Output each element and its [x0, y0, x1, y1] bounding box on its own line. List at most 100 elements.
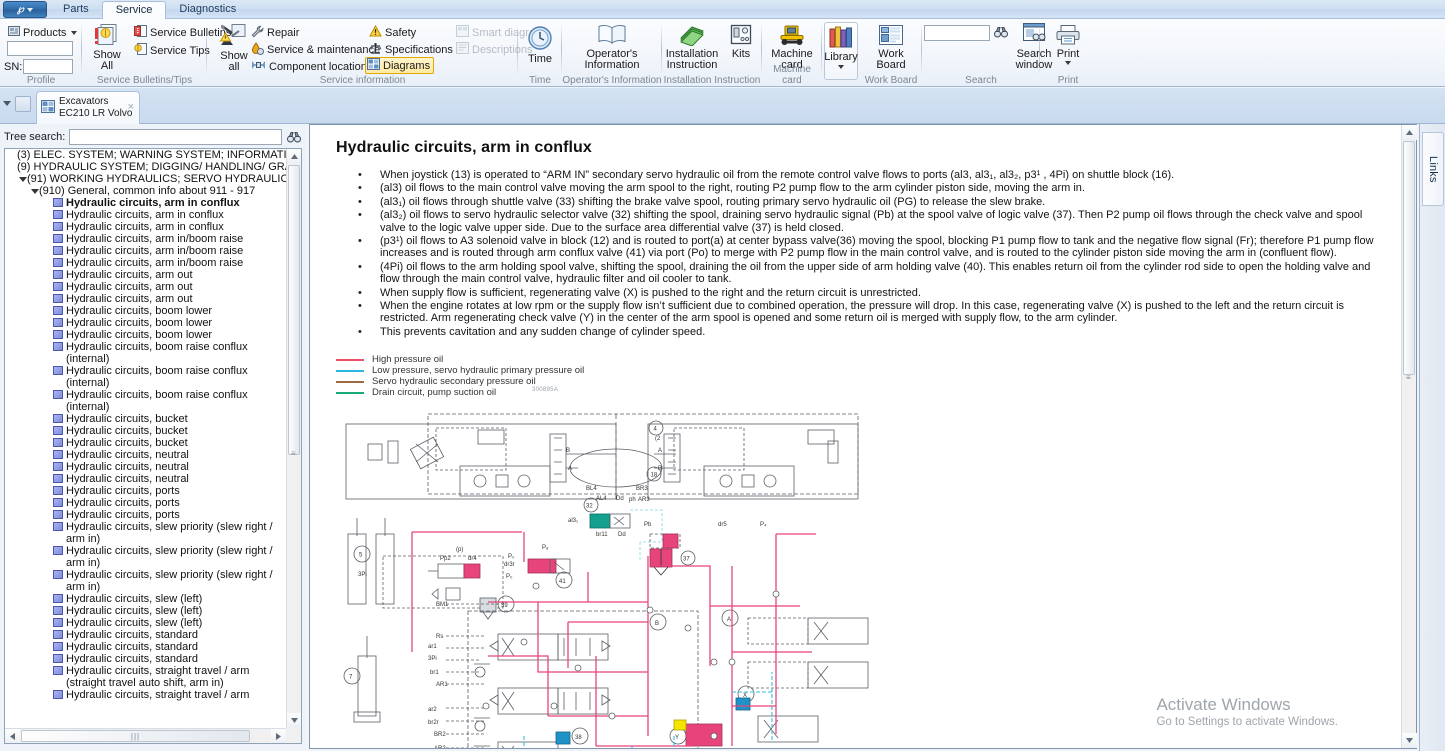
tree-item[interactable]: Hydraulic circuits, neutral: [5, 473, 286, 485]
tree-item[interactable]: (3) ELEC. SYSTEM; WARNING SYSTEM; INFORM…: [5, 149, 286, 161]
chevron-down-icon: [838, 65, 844, 69]
tree-item[interactable]: Hydraulic circuits, arm in/boom raise: [5, 257, 286, 269]
tree-item[interactable]: Hydraulic circuits, slew (left): [5, 605, 286, 617]
links-side-strip: Links: [1419, 124, 1445, 751]
tree-item[interactable]: (91) WORKING HYDRAULICS; SERVO HYDRAULIC…: [5, 173, 286, 185]
tree-item[interactable]: Hydraulic circuits, boom raise conflux (…: [5, 341, 286, 365]
tree-item[interactable]: Hydraulic circuits, straight travel / ar…: [5, 689, 286, 701]
ribbon-group-search: Search window Search: [922, 19, 1040, 87]
tree-expander-open-icon[interactable]: [17, 173, 27, 185]
tab-service[interactable]: Service: [102, 1, 167, 19]
product-input[interactable]: [7, 41, 73, 56]
tree-item[interactable]: Hydraulic circuits, standard: [5, 641, 286, 653]
tree-item[interactable]: Hydraulic circuits, neutral: [5, 449, 286, 461]
tree-item[interactable]: Hydraulic circuits, boom lower: [5, 305, 286, 317]
tree-item[interactable]: Hydraulic circuits, boom lower: [5, 329, 286, 341]
tree-item[interactable]: Hydraulic circuits, arm in conflux: [5, 221, 286, 233]
tree-item[interactable]: Hydraulic circuits, neutral: [5, 461, 286, 473]
products-button[interactable]: Products: [6, 24, 79, 41]
installation-instruction-button[interactable]: Installation Instruction: [662, 24, 722, 71]
scroll-right-icon[interactable]: [271, 729, 286, 744]
tree-expander-placeholder: [43, 389, 53, 401]
tree-hscroll-thumb[interactable]: |||: [21, 730, 250, 742]
binoculars-icon[interactable]: [994, 26, 1008, 41]
kits-button[interactable]: Kits: [722, 24, 760, 60]
scroll-left-icon[interactable]: [5, 729, 20, 744]
document-tab-excavators[interactable]: Excavators EC210 LR Volvo ×: [36, 91, 140, 124]
tree-item-label: Hydraulic circuits, arm out: [66, 269, 193, 281]
tree-item[interactable]: (910) General, common info about 911 - 9…: [5, 185, 286, 197]
scroll-up-icon[interactable]: [1402, 125, 1417, 140]
group-label-operators-information: Operator's Information: [562, 75, 662, 86]
document-vertical-scrollbar[interactable]: ≡: [1401, 125, 1416, 748]
tab-overview-button[interactable]: [15, 96, 31, 112]
tree-item[interactable]: Hydraulic circuits, ports: [5, 485, 286, 497]
legend-row: High pressure oil: [336, 354, 1387, 365]
tree-item[interactable]: Hydraulic circuits, ports: [5, 497, 286, 509]
scroll-down-icon[interactable]: [287, 713, 302, 728]
tree-item-label: Hydraulic circuits, arm out: [66, 281, 193, 293]
tree-item[interactable]: Hydraulic circuits, slew (left): [5, 617, 286, 629]
tree-item[interactable]: Hydraulic circuits, boom lower: [5, 317, 286, 329]
time-button[interactable]: Time: [518, 25, 562, 65]
tree-list[interactable]: (3) ELEC. SYSTEM; WARNING SYSTEM; INFORM…: [5, 149, 286, 728]
tree-item-label: Hydraulic circuits, bucket: [66, 413, 188, 425]
tree-item[interactable]: Hydraulic circuits, arm in conflux: [5, 197, 286, 209]
tree-item[interactable]: Hydraulic circuits, arm in/boom raise: [5, 233, 286, 245]
service-maintenance-button[interactable]: Service & maintenance: [249, 41, 382, 59]
tree-item[interactable]: Hydraulic circuits, bucket: [5, 425, 286, 437]
library-button[interactable]: Library: [824, 22, 858, 80]
tree-item[interactable]: Hydraulic circuits, boom raise conflux (…: [5, 365, 286, 389]
tab-diagnostics[interactable]: Diagnostics: [166, 1, 249, 19]
tree-item[interactable]: Hydraulic circuits, ports: [5, 509, 286, 521]
tree-horizontal-scrollbar[interactable]: |||: [5, 728, 286, 743]
diagram-page-icon: [53, 258, 63, 267]
tree-item[interactable]: Hydraulic circuits, bucket: [5, 437, 286, 449]
repair-button[interactable]: Repair: [249, 24, 301, 42]
tree-item[interactable]: Hydraulic circuits, arm in conflux: [5, 209, 286, 221]
office-orb-button[interactable]: ℘: [3, 1, 47, 18]
document-pane: Hydraulic circuits, arm in conflux When …: [309, 124, 1417, 749]
links-tab[interactable]: Links: [1422, 132, 1444, 206]
tree-scroll-thumb[interactable]: [288, 165, 300, 455]
tree-vertical-scrollbar[interactable]: ≡: [286, 149, 301, 728]
diagrams-button[interactable]: Diagrams: [365, 57, 434, 74]
tree-expander-placeholder: [43, 413, 53, 425]
search-input[interactable]: [924, 25, 990, 41]
work-board-button[interactable]: Work Board: [860, 24, 922, 71]
safety-button[interactable]: Safety: [367, 24, 418, 41]
tree-item[interactable]: Hydraulic circuits, slew priority (slew …: [5, 569, 286, 593]
tree-item[interactable]: Hydraulic circuits, arm out: [5, 281, 286, 293]
service-tips-button[interactable]: Service Tips: [132, 42, 212, 60]
print-button[interactable]: Print: [1040, 24, 1096, 65]
tree-item[interactable]: Hydraulic circuits, slew (left): [5, 593, 286, 605]
tree-item[interactable]: (9) HYDRAULIC SYSTEM; DIGGING/ HANDLING/…: [5, 161, 286, 173]
sn-input[interactable]: [23, 59, 73, 74]
watermark-line-1: Activate Windows: [1156, 694, 1338, 715]
scroll-down-icon[interactable]: [1402, 733, 1417, 748]
tree-search-binoculars-icon[interactable]: [286, 129, 302, 145]
tree-item[interactable]: Hydraulic circuits, boom raise conflux (…: [5, 389, 286, 413]
tree-search-input[interactable]: [69, 129, 282, 145]
document-scroll-thumb[interactable]: [1403, 141, 1415, 375]
tree-item[interactable]: Hydraulic circuits, arm out: [5, 293, 286, 305]
tree-item[interactable]: Hydraulic circuits, arm in/boom raise: [5, 245, 286, 257]
scroll-up-icon[interactable]: [287, 149, 302, 164]
component-location-button[interactable]: Component location: [249, 58, 369, 75]
tree-item[interactable]: Hydraulic circuits, standard: [5, 629, 286, 641]
svg-text:Dd: Dd: [618, 532, 626, 538]
tree-item[interactable]: Hydraulic circuits, arm out: [5, 269, 286, 281]
tree-item[interactable]: Hydraulic circuits, slew priority (slew …: [5, 545, 286, 569]
operators-information-button[interactable]: Operator's Information: [562, 24, 662, 71]
tab-list-dropdown-icon[interactable]: [3, 101, 11, 106]
diagram-page-icon: [53, 342, 63, 351]
svg-text:A: A: [727, 617, 731, 623]
tree-item[interactable]: Hydraulic circuits, bucket: [5, 413, 286, 425]
show-all-bulletins-button[interactable]: Show All: [86, 23, 128, 72]
tree-expander-open-icon[interactable]: [29, 185, 39, 197]
tree-item[interactable]: Hydraulic circuits, standard: [5, 653, 286, 665]
tree-item[interactable]: Hydraulic circuits, slew priority (slew …: [5, 521, 286, 545]
tree-item[interactable]: Hydraulic circuits, straight travel / ar…: [5, 665, 286, 689]
close-icon[interactable]: ×: [128, 101, 134, 113]
tab-parts[interactable]: Parts: [50, 1, 102, 19]
